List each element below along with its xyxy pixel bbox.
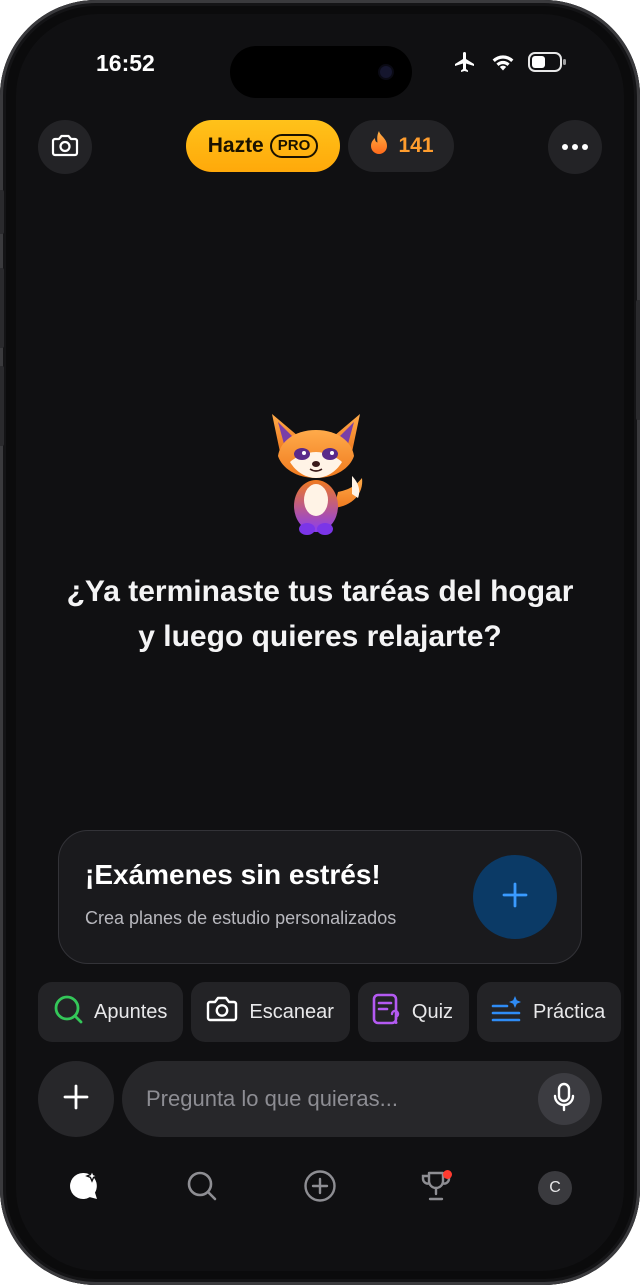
front-camera <box>380 66 392 78</box>
search-icon <box>186 1170 218 1207</box>
chip-practica[interactable]: Práctica <box>477 982 622 1042</box>
chip-label: Apuntes <box>94 1000 168 1023</box>
plus-icon <box>62 1083 90 1116</box>
avatar: C <box>538 1171 572 1205</box>
voice-input-button[interactable] <box>538 1073 590 1125</box>
card-subtitle: Crea planes de estudio personalizados <box>85 908 397 928</box>
ask-input[interactable]: Pregunta lo que quieras... <box>122 1061 602 1137</box>
more-dots-icon <box>561 138 589 156</box>
volume-up-button <box>0 268 4 348</box>
airplane-icon <box>452 50 478 79</box>
camera-icon <box>205 994 239 1030</box>
camera-icon <box>51 132 79 163</box>
status-time: 16:52 <box>96 50 155 76</box>
chat-icon <box>66 1168 102 1209</box>
prompt-question: ¿Ya terminaste tus taréas del hogar y lu… <box>66 575 574 653</box>
quick-actions: Apuntes Escanear Quiz Práctica <box>38 982 622 1044</box>
nav-search[interactable] <box>180 1166 224 1210</box>
status-icons <box>452 50 568 79</box>
streak-counter[interactable]: 141 <box>348 120 454 172</box>
chip-quiz[interactable]: Quiz <box>357 982 470 1042</box>
camera-button[interactable] <box>38 120 92 174</box>
attach-button[interactable] <box>38 1061 114 1137</box>
study-plan-card[interactable]: ¡Exámenes sin estrés! Crea planes de est… <box>58 830 582 964</box>
quiz-icon <box>372 993 402 1031</box>
plus-icon <box>501 881 529 914</box>
add-circle-icon <box>303 1169 337 1208</box>
pro-badge: PRO <box>269 134 319 158</box>
wifi-icon <box>490 51 516 78</box>
mic-icon <box>552 1082 576 1117</box>
chip-escanear[interactable]: Escanear <box>191 982 350 1042</box>
flame-icon <box>368 130 390 162</box>
nav-create[interactable] <box>298 1166 342 1210</box>
nav-chat[interactable] <box>62 1166 106 1210</box>
notification-dot <box>443 1170 452 1179</box>
card-title: ¡Exámenes sin estrés! <box>85 859 381 890</box>
nav-profile[interactable]: C <box>533 1166 577 1210</box>
action-button <box>0 190 4 234</box>
chip-label: Práctica <box>533 1000 606 1023</box>
chip-apuntes[interactable]: Apuntes <box>38 982 184 1042</box>
phone-frame: 16:52 Hazte PRO 141 ¿Ya terminaste tus t… <box>0 0 640 1285</box>
fox-mascot <box>264 412 374 538</box>
chip-label: Escanear <box>249 1000 334 1023</box>
nav-trophy[interactable] <box>414 1166 458 1210</box>
input-placeholder: Pregunta lo que quieras... <box>146 1086 398 1111</box>
battery-icon <box>528 51 568 78</box>
streak-count: 141 <box>398 134 434 157</box>
app-screen: 16:52 Hazte PRO 141 ¿Ya terminaste tus t… <box>16 14 624 1271</box>
upgrade-label: Hazte <box>207 134 264 157</box>
search-icon <box>52 993 84 1031</box>
upgrade-pro-button[interactable]: Hazte PRO <box>186 120 340 172</box>
power-button <box>636 300 640 420</box>
practice-icon <box>491 994 523 1030</box>
chip-label: Quiz <box>411 1000 454 1023</box>
create-plan-button[interactable] <box>473 855 557 939</box>
more-options-button[interactable] <box>548 120 602 174</box>
volume-down-button <box>0 366 4 446</box>
